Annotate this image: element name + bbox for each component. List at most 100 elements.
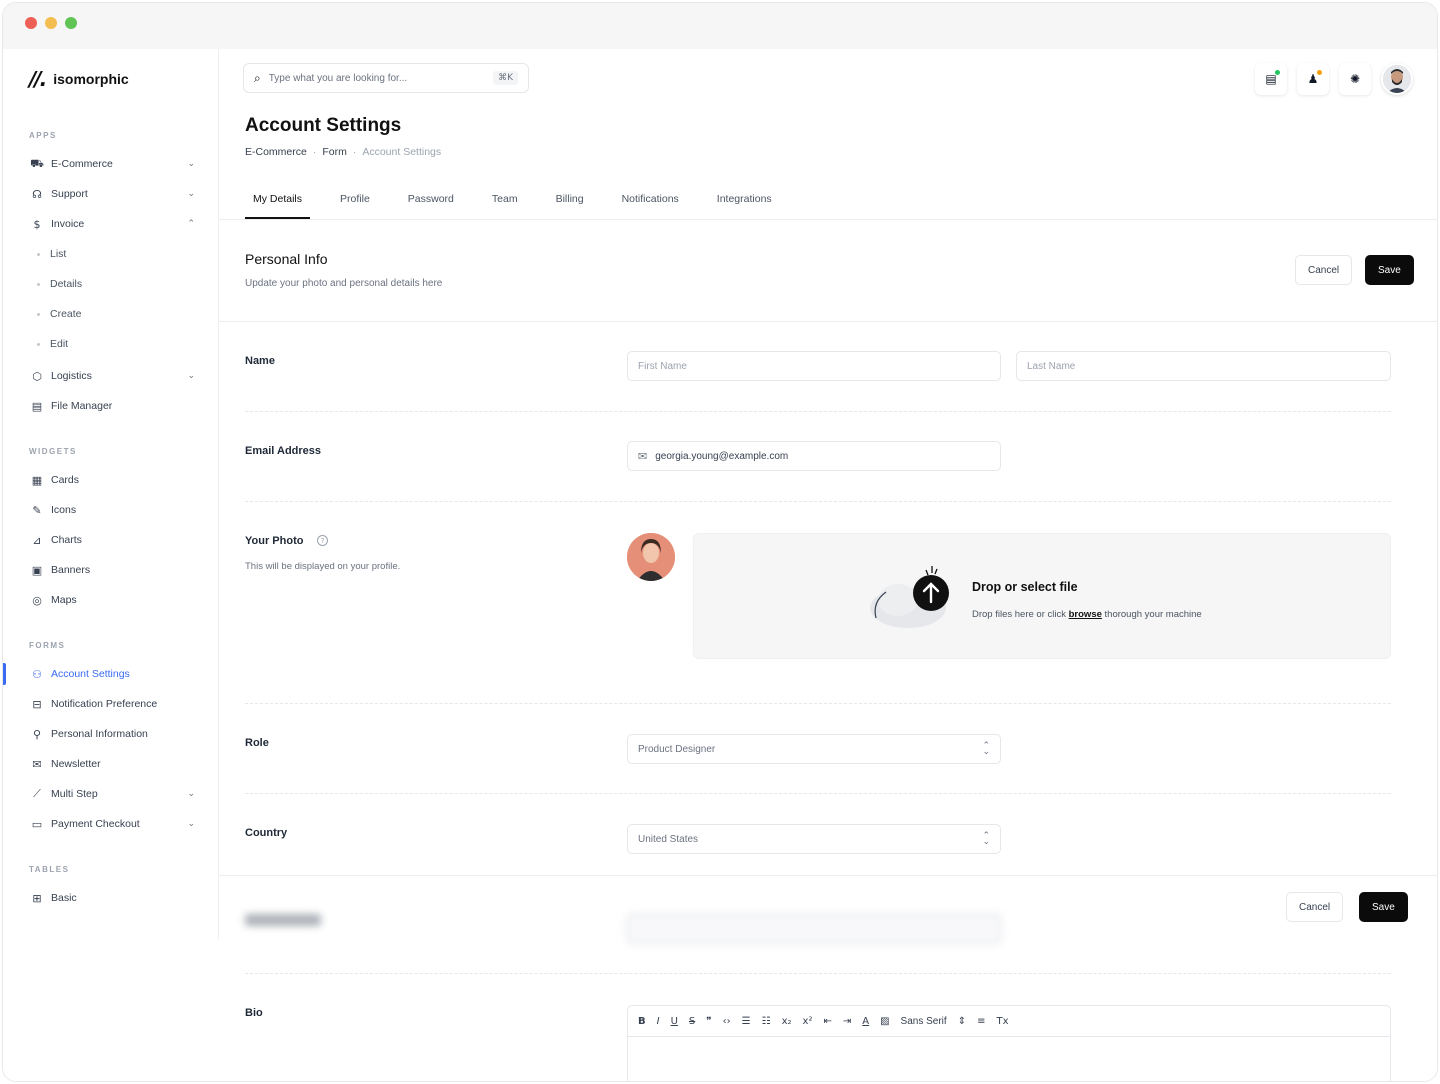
sidebar-item-account-settings[interactable]: ⚇ Account Settings — [29, 662, 197, 686]
sidebar-item-label: Charts — [51, 534, 82, 546]
country-label: Country — [245, 827, 288, 839]
settings-button[interactable]: ✺ — [1339, 63, 1371, 95]
bio-editor[interactable] — [627, 1037, 1391, 1081]
last-name-input[interactable] — [1027, 360, 1380, 372]
save-button[interactable]: Save — [1365, 255, 1414, 285]
font-family-select[interactable]: Sans Serif — [901, 1016, 947, 1027]
section-label-tables: TABLES — [29, 865, 70, 874]
sidebar-item-maps[interactable]: ◎ Maps — [29, 588, 197, 612]
first-name-field[interactable] — [627, 351, 1001, 381]
sidebar-item-newsletter[interactable]: ✉ Newsletter — [29, 752, 197, 776]
file-dropzone[interactable]: Drop or select file Drop files here or c… — [693, 533, 1391, 659]
sidebar-item-cards[interactable]: ▦ Cards — [29, 468, 197, 492]
tab-billing[interactable]: Billing — [548, 181, 592, 219]
superscript-icon[interactable]: x² — [803, 1016, 813, 1027]
align-icon[interactable]: ≡ — [977, 1016, 985, 1027]
header-actions: ▤ ♟ ✺ — [1255, 63, 1413, 95]
sticky-cancel-button[interactable]: Cancel — [1286, 892, 1344, 922]
role-value: Product Designer — [638, 743, 716, 755]
maximize-window-button[interactable] — [65, 17, 77, 29]
sidebar-subitem-details[interactable]: Details — [37, 278, 82, 290]
country-value: United States — [638, 833, 699, 845]
sidebar-item-label: Maps — [51, 594, 77, 606]
italic-icon[interactable]: I — [657, 1016, 660, 1027]
tab-notifications[interactable]: Notifications — [614, 181, 687, 219]
sidebar-subitem-edit[interactable]: Edit — [37, 338, 68, 350]
photo-label: Your Photo — [245, 535, 304, 547]
tab-password[interactable]: Password — [400, 181, 462, 219]
browse-link[interactable]: browse — [1069, 609, 1102, 620]
role-select[interactable]: Product Designer ⌃ ⌄ — [627, 734, 1001, 764]
role-label: Role — [245, 737, 269, 749]
sidebar-item-personal-information[interactable]: ⚲ Personal Information — [29, 722, 197, 746]
sidebar-item-label: E-Commerce — [51, 158, 113, 170]
sidebar-item-file-manager[interactable]: ▤ File Manager — [29, 394, 197, 418]
app-window: //. isomorphic APPS ⛟ E-Commerce ⌄ ☊ Sup… — [2, 2, 1438, 1082]
sidebar-item-charts[interactable]: ⊿ Charts — [29, 528, 197, 552]
settings-tabs: My Details Profile Password Team Billing… — [245, 181, 802, 219]
brand-logo[interactable]: //. isomorphic — [29, 67, 129, 91]
email-input[interactable] — [655, 450, 990, 462]
tab-my-details[interactable]: My Details — [245, 181, 311, 219]
underline-icon[interactable]: U — [671, 1016, 678, 1027]
code-icon[interactable]: ‹› — [723, 1016, 731, 1027]
tab-profile[interactable]: Profile — [332, 181, 378, 219]
last-name-field[interactable] — [1016, 351, 1391, 381]
country-select[interactable]: United States ⌃ ⌄ — [627, 824, 1001, 854]
bell-icon: ⊟ — [32, 697, 42, 711]
chart-icon: ⊿ — [32, 533, 42, 547]
tab-team[interactable]: Team — [484, 181, 526, 219]
sidebar-item-logistics[interactable]: ⬡ Logistics ⌄ — [29, 364, 197, 388]
sidebar-item-multi-step[interactable]: ⟋ Multi Step ⌄ — [29, 782, 197, 806]
upload-cloud-icon — [870, 566, 949, 628]
search-input[interactable] — [268, 72, 486, 84]
outdent-icon[interactable]: ⇤ — [823, 1016, 831, 1027]
strikethrough-icon[interactable]: S — [689, 1016, 695, 1027]
sidebar-item-support[interactable]: ☊ Support ⌄ — [29, 182, 197, 206]
email-field[interactable]: ✉ — [627, 441, 1001, 471]
sidebar-subitem-create[interactable]: Create — [37, 308, 82, 320]
sidebar-item-basic[interactable]: ⊞ Basic — [29, 886, 197, 910]
sidebar-item-invoice[interactable]: $ Invoice ⌃ — [29, 212, 197, 236]
sidebar-subitem-label: Details — [50, 278, 83, 290]
row-divider — [245, 501, 1391, 502]
quote-icon[interactable]: ❞ — [706, 1016, 711, 1027]
text-color-icon[interactable]: A — [862, 1016, 869, 1027]
bold-icon[interactable]: B — [638, 1016, 646, 1027]
highlight-icon[interactable]: ▨ — [880, 1016, 889, 1027]
sidebar-item-payment-checkout[interactable]: ▭ Payment Checkout ⌄ — [29, 812, 197, 836]
sidebar-item-banners[interactable]: ▣ Banners — [29, 558, 197, 582]
chevron-updown-icon[interactable]: ⇕ — [958, 1016, 966, 1027]
brand-name: isomorphic — [53, 71, 129, 87]
messages-button[interactable]: ▤ — [1255, 63, 1287, 95]
sidebar-item-label: Personal Information — [51, 728, 148, 740]
sidebar-item-label: Multi Step — [51, 788, 98, 800]
tab-integrations[interactable]: Integrations — [709, 181, 780, 219]
sidebar-item-label: Account Settings — [51, 668, 130, 680]
close-window-button[interactable] — [25, 17, 37, 29]
table-icon: ⊞ — [32, 891, 42, 905]
cancel-button[interactable]: Cancel — [1295, 255, 1353, 285]
minimize-window-button[interactable] — [45, 17, 57, 29]
user-avatar[interactable] — [1381, 63, 1413, 95]
sidebar-item-icons[interactable]: ✎ Icons — [29, 498, 197, 522]
notifications-button[interactable]: ♟ — [1297, 63, 1329, 95]
breadcrumb-form[interactable]: Form — [322, 146, 347, 158]
search-bar[interactable]: ⌕ ⌘K — [243, 63, 529, 93]
breadcrumb-ecommerce[interactable]: E-Commerce — [245, 146, 307, 158]
sidebar-subitem-list[interactable]: List — [37, 248, 66, 260]
sidebar-item-notification-preference[interactable]: ⊟ Notification Preference — [29, 692, 197, 716]
ordered-list-icon[interactable]: ☰ — [742, 1016, 751, 1027]
indent-icon[interactable]: ⇥ — [843, 1016, 851, 1027]
bullet-icon — [37, 282, 40, 286]
section-divider — [219, 321, 1437, 322]
dollar-icon: $ — [33, 217, 41, 231]
sidebar-item-ecommerce[interactable]: ⛟ E-Commerce ⌄ — [29, 152, 197, 176]
clear-format-icon[interactable]: Tx — [996, 1016, 1008, 1027]
bullet-list-icon[interactable]: ☷ — [762, 1016, 771, 1027]
help-icon[interactable]: ? — [317, 535, 328, 546]
email-label: Email Address — [245, 445, 322, 457]
subscript-icon[interactable]: x₂ — [782, 1016, 792, 1027]
sticky-save-button[interactable]: Save — [1359, 892, 1408, 922]
first-name-input[interactable] — [638, 360, 990, 372]
